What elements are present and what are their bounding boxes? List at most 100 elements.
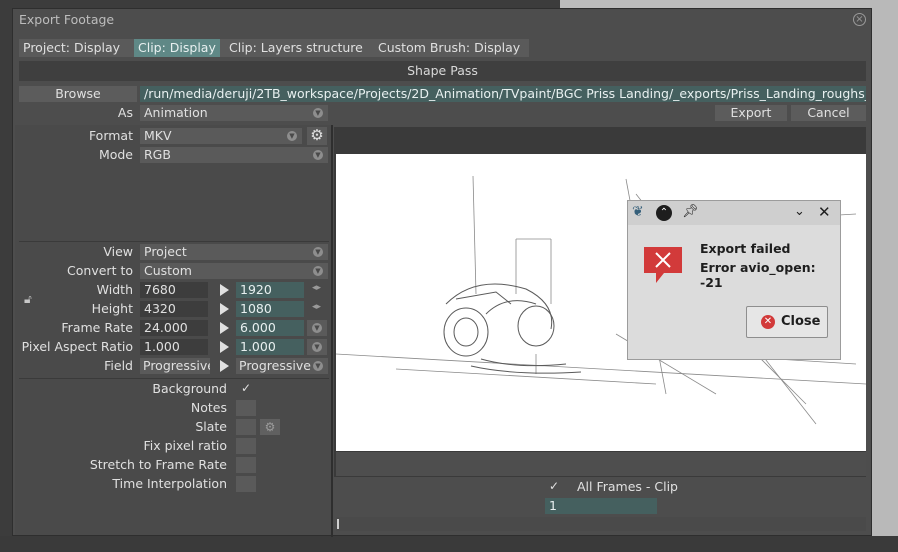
error-title: Export failed [700,241,791,256]
popup-close-label: Close [781,314,821,329]
width-label: Width [96,282,133,297]
chevron-down-icon: ▼ [312,342,322,352]
popup-close-button[interactable]: ✕ Close [746,306,828,338]
pixel-aspect-dropdown[interactable]: ▼ [307,339,327,355]
format-label: Format [88,128,133,143]
chevron-down-icon: ▼ [313,266,323,276]
field-target-value: Progressive [239,358,311,373]
convert-to-select[interactable]: Custom ▼ [140,263,328,279]
format-select[interactable]: MKV ▼ [140,128,302,144]
progress-marker [337,519,339,529]
frame-rate-label: Frame Rate [61,320,133,335]
arrow-right-icon[interactable] [220,284,229,296]
frame-rate-target-field[interactable]: 6.000 [236,320,304,336]
view-label: View [103,244,133,259]
height-source-field: 4320 [140,301,208,317]
arrow-right-icon[interactable] [220,360,229,372]
field-target-select[interactable]: Progressive ▼ [236,358,328,374]
time-interpolation-label: Time Interpolation [112,476,227,491]
section-header: Shape Pass [19,61,866,81]
height-target-field[interactable]: 1080 [236,301,304,317]
gear-icon[interactable]: ⚙ [307,127,327,145]
section-title: Shape Pass [407,63,478,78]
cancel-button[interactable]: Cancel [791,105,866,121]
mode-select[interactable]: RGB ▼ [140,147,328,163]
tab-custom-brush-display[interactable]: Custom Brush: Display [374,39,524,57]
notes-checkbox[interactable] [236,400,256,416]
slate-checkbox[interactable] [236,419,256,435]
fix-pixel-ratio-checkbox[interactable] [236,438,256,454]
background-side-panel [870,0,898,552]
width-source-field: 7680 [140,282,208,298]
convert-to-select-value: Custom [144,263,192,278]
range-frame-field[interactable]: 1 [545,498,657,514]
chevron-down-icon[interactable]: ⌄ [794,204,805,219]
close-icon[interactable]: × [853,13,866,26]
chevron-up-icon[interactable]: ⌃ [656,205,672,221]
export-button[interactable]: Export [715,105,787,121]
export-footage-dialog: Export Footage × Project: Display Clip: … [12,8,872,537]
arrow-right-icon[interactable] [220,322,229,334]
export-path-field[interactable]: /run/media/deruji/2TB_workspace/Projects… [140,86,866,102]
chevron-down-icon: ▼ [313,150,323,160]
background-label: Background [152,381,227,396]
error-message: Error avio_open: -21 [700,260,816,290]
view-select-value: Project [144,244,187,259]
panel-splitter[interactable] [331,125,333,537]
pin-icon[interactable]: 📌︎ [682,204,699,219]
dialog-title: Export Footage [19,12,115,27]
field-source-select: Progressive [140,358,210,374]
pixel-aspect-source-field: 1.000 [140,339,208,355]
view-select[interactable]: Project ▼ [140,244,328,260]
field-label: Field [104,358,133,373]
pixel-aspect-target-field[interactable]: 1.000 [236,339,304,355]
spin-arrows-icon[interactable]: ◂▸ [312,302,321,312]
chevron-down-icon: ▼ [287,131,297,141]
error-popup: ❦ ⌃ 📌︎ ⌄ ✕ Export failed Error avio_open… [627,200,841,360]
close-icon: ✕ [761,315,775,329]
background-checkbox[interactable]: ✓ [236,381,256,397]
tab-project-display[interactable]: Project: Display [19,39,124,57]
butterfly-icon: ❦ [632,204,644,220]
dialog-titlebar: Export Footage × [13,9,871,31]
preview-footer [336,452,866,476]
divider [19,241,329,242]
error-icon [644,247,682,283]
all-frames-label: All Frames - Clip [577,479,678,494]
tab-clip-display[interactable]: Clip: Display [134,39,220,57]
format-select-value: MKV [144,128,172,143]
all-frames-checkbox[interactable]: ✓ [549,479,559,493]
width-target-field[interactable]: 1920 [236,282,304,298]
frame-rate-dropdown[interactable]: ▼ [307,320,327,336]
slate-settings-icon[interactable]: ⚙ [260,419,280,435]
convert-to-label: Convert to [67,263,133,278]
mode-select-value: RGB [144,147,171,162]
height-label: Height [91,301,133,316]
chevron-down-icon: ▼ [312,323,322,333]
stretch-frame-rate-label: Stretch to Frame Rate [89,457,227,472]
as-select-value: Animation [144,105,208,120]
arrow-right-icon[interactable] [220,303,229,315]
fix-pixel-ratio-label: Fix pixel ratio [143,438,227,453]
close-icon[interactable]: ✕ [818,203,831,221]
background-bottom-bar [0,536,898,552]
divider [19,378,329,379]
slate-label: Slate [195,419,227,434]
notes-label: Notes [190,400,227,415]
frame-rate-source-field: 24.000 [140,320,208,336]
chevron-down-icon: ▼ [313,361,323,371]
tab-bar: Project: Display Clip: Display Clip: Lay… [19,39,529,57]
chevron-down-icon: ▼ [313,108,323,118]
export-progress-bar [336,517,866,531]
spin-arrows-icon[interactable]: ◂▸ [312,283,321,293]
arrow-right-icon[interactable] [220,341,229,353]
stretch-frame-rate-checkbox[interactable] [236,457,256,473]
as-select[interactable]: Animation ▼ [140,105,328,121]
time-interpolation-checkbox[interactable] [236,476,256,492]
tab-clip-layers-structure[interactable]: Clip: Layers structure [225,39,367,57]
popup-titlebar: ❦ ⌃ 📌︎ ⌄ ✕ [628,201,840,225]
as-label: As [117,105,133,120]
mode-label: Mode [98,147,133,162]
pixel-aspect-label: Pixel Aspect Ratio [21,339,133,354]
browse-button[interactable]: Browse [19,86,137,102]
